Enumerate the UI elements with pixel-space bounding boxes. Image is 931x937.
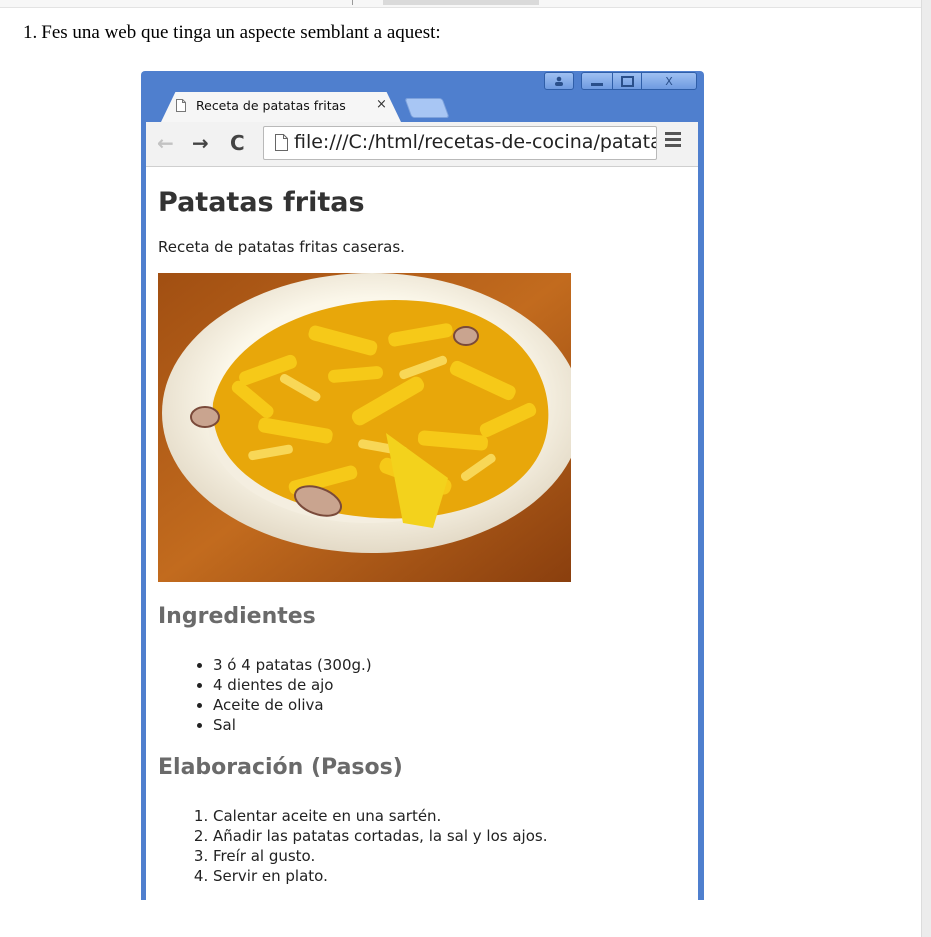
ingredients-list: 3 ó 4 patatas (300g.) 4 dientes de ajo A… [158, 655, 372, 735]
steps-list: Calentar aceite en una sartén. Añadir la… [158, 806, 547, 886]
recipe-description: Receta de patatas fritas caseras. [158, 238, 405, 256]
web-page-content: Patatas fritas Receta de patatas fritas … [146, 167, 698, 900]
maximize-button[interactable] [612, 72, 642, 90]
toolbar-separator [352, 0, 353, 5]
ingredient-item: Aceite de oliva [213, 695, 372, 715]
ingredient-item: Sal [213, 715, 372, 735]
fried-potatoes-photo [158, 273, 571, 582]
tab-title[interactable]: Receta de patatas fritas [196, 98, 346, 113]
minimize-icon [591, 82, 603, 86]
close-window-button[interactable]: X [641, 72, 697, 90]
address-url[interactable]: file:///C:/html/recetas-de-cocina/patata… [294, 131, 656, 153]
ingredient-item: 4 dientes de ajo [213, 675, 372, 695]
maximize-icon [620, 75, 634, 87]
exercise-instruction: 1. Fes una web que tinga un aspecte sembl… [23, 22, 441, 44]
steps-heading: Elaboración (Pasos) [158, 755, 403, 780]
close-icon: X [665, 74, 673, 88]
browser-menu-icon[interactable] [665, 132, 681, 150]
reload-icon[interactable]: C [230, 131, 245, 155]
forward-arrow-icon[interactable]: → [192, 131, 209, 155]
step-item: Servir en plato. [213, 866, 547, 886]
toolbar-tab[interactable] [383, 0, 539, 5]
new-tab-button[interactable] [404, 98, 450, 118]
window-controls: X [544, 72, 697, 92]
page-file-icon [275, 134, 288, 151]
exercise-text: Fes una web que tinga un aspecte semblan… [41, 22, 441, 43]
user-icon [555, 76, 563, 86]
address-bar[interactable]: file:///C:/html/recetas-de-cocina/patata… [263, 126, 657, 160]
browser-window-screenshot: X Receta de patatas fritas × ← → C file:… [141, 71, 704, 900]
user-profile-button[interactable] [544, 72, 574, 90]
step-item: Freír al gusto. [213, 846, 547, 866]
step-item: Añadir las patatas cortadas, la sal y lo… [213, 826, 547, 846]
ingredient-item: 3 ó 4 patatas (300g.) [213, 655, 372, 675]
recipe-title: Patatas fritas [158, 187, 365, 218]
tab-close-icon[interactable]: × [376, 97, 387, 112]
exercise-number: 1. [23, 22, 38, 43]
top-toolbar-strip [0, 0, 921, 8]
step-item: Calentar aceite en una sartén. [213, 806, 547, 826]
menu-bar-line [665, 132, 681, 135]
minimize-button[interactable] [581, 72, 613, 90]
back-arrow-icon[interactable]: ← [157, 131, 174, 155]
vertical-scrollbar[interactable] [921, 0, 931, 937]
browser-toolbar: ← → C file:///C:/html/recetas-de-cocina/… [146, 122, 698, 167]
menu-bar-line [665, 144, 681, 147]
menu-bar-line [665, 138, 681, 141]
ingredients-heading: Ingredientes [158, 604, 316, 629]
document-icon [176, 99, 186, 112]
